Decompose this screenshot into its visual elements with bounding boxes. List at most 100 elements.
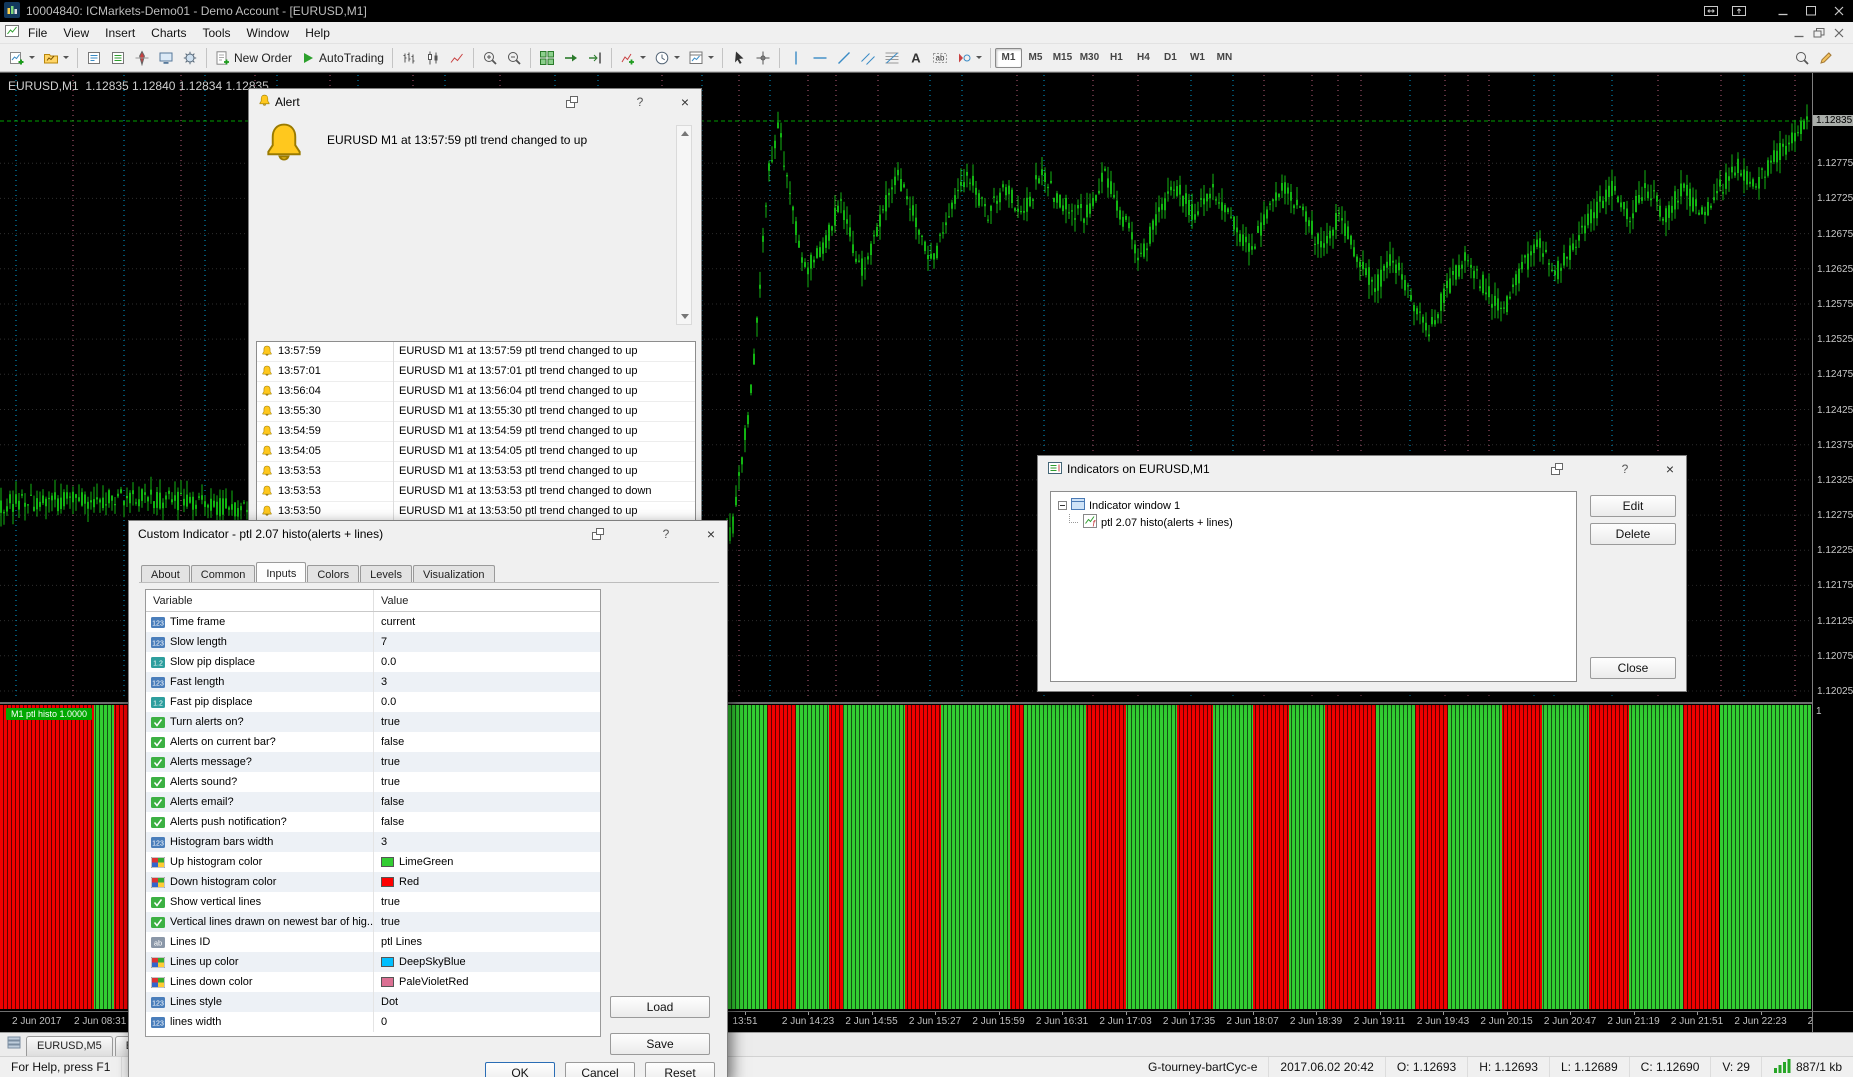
- alert-row[interactable]: 13:53:53EURUSD M1 at 13:53:53 ptl trend …: [257, 482, 695, 502]
- crosshair-button[interactable]: [751, 46, 775, 69]
- close-dialog-button[interactable]: Close: [1590, 657, 1676, 679]
- tree-collapse-toggle[interactable]: [1058, 501, 1067, 510]
- alert-scrollbar[interactable]: [676, 125, 692, 325]
- close-button[interactable]: ×: [1660, 460, 1680, 478]
- alert-dialog-titlebar[interactable]: Alert ? ×: [249, 89, 701, 115]
- input-value[interactable]: false: [374, 796, 404, 808]
- dock-left-right-icon[interactable]: [1697, 0, 1725, 22]
- tab-about[interactable]: About: [141, 565, 190, 583]
- timeframe-m1-button[interactable]: M1: [995, 48, 1022, 68]
- input-value[interactable]: 3: [374, 676, 387, 688]
- ok-button[interactable]: OK: [485, 1062, 555, 1077]
- input-value[interactable]: ptl Lines: [374, 936, 422, 948]
- timeframe-mn-button[interactable]: MN: [1211, 48, 1238, 68]
- input-value[interactable]: true: [374, 756, 400, 768]
- input-value[interactable]: Red: [374, 876, 419, 888]
- templates-button[interactable]: [684, 46, 718, 69]
- auto-scroll-button[interactable]: [559, 46, 583, 69]
- input-value[interactable]: false: [374, 816, 404, 828]
- edit-button[interactable]: Edit: [1590, 495, 1676, 517]
- menu-tools[interactable]: Tools: [195, 23, 239, 43]
- help-button[interactable]: ?: [656, 525, 676, 543]
- detach-window-icon[interactable]: [1547, 460, 1567, 478]
- minimize-icon[interactable]: [1769, 0, 1797, 22]
- equidistant-channel-button[interactable]: [856, 46, 880, 69]
- timeframe-h1-button[interactable]: H1: [1103, 48, 1130, 68]
- tab-colors[interactable]: Colors: [307, 565, 359, 583]
- alert-row[interactable]: 13:53:50EURUSD M1 at 13:53:50 ptl trend …: [257, 502, 695, 522]
- tab-common[interactable]: Common: [191, 565, 256, 583]
- styler-button[interactable]: [1814, 46, 1838, 69]
- input-value[interactable]: true: [374, 776, 400, 788]
- market-watch-button[interactable]: [82, 46, 106, 69]
- zoom-out-button[interactable]: [502, 46, 526, 69]
- zoom-in-button[interactable]: [478, 46, 502, 69]
- input-value[interactable]: 3: [374, 836, 387, 848]
- chart-tab-eurusd-m5[interactable]: EURUSD,M5: [26, 1036, 113, 1056]
- menu-view[interactable]: View: [55, 23, 97, 43]
- inputs-table[interactable]: Variable Value 123Time framecurrent123Sl…: [145, 589, 601, 1037]
- tab-visualization[interactable]: Visualization: [413, 565, 495, 583]
- close-button[interactable]: ×: [701, 525, 721, 543]
- strategy-tester-button[interactable]: [178, 46, 202, 69]
- menu-charts[interactable]: Charts: [143, 23, 194, 43]
- new-chart-button[interactable]: [5, 46, 39, 69]
- trendline-button[interactable]: [832, 46, 856, 69]
- bar-chart-button[interactable]: [397, 46, 421, 69]
- timeframe-m30-button[interactable]: M30: [1076, 48, 1103, 68]
- custom-indicator-titlebar[interactable]: Custom Indicator - ptl 2.07 histo(alerts…: [129, 521, 727, 547]
- dock-up-icon[interactable]: [1725, 0, 1753, 22]
- timeframe-d1-button[interactable]: D1: [1157, 48, 1184, 68]
- input-value[interactable]: LimeGreen: [374, 856, 453, 868]
- navigator-button[interactable]: [130, 46, 154, 69]
- scroll-down-icon[interactable]: [681, 314, 689, 319]
- help-button[interactable]: ?: [1615, 460, 1635, 478]
- timeframe-m15-button[interactable]: M15: [1049, 48, 1076, 68]
- input-value[interactable]: true: [374, 716, 400, 728]
- tree-item-indicator[interactable]: ptl 2.07 histo(alerts + lines): [1101, 517, 1233, 529]
- timeframe-h4-button[interactable]: H4: [1130, 48, 1157, 68]
- delete-button[interactable]: Delete: [1590, 523, 1676, 545]
- periods-button[interactable]: [650, 46, 684, 69]
- new-order-button[interactable]: New Order: [211, 46, 296, 69]
- text-button[interactable]: A: [904, 46, 928, 69]
- minimize-chart-icon[interactable]: [1789, 24, 1809, 42]
- input-value[interactable]: false: [374, 736, 404, 748]
- tile-windows-button[interactable]: [535, 46, 559, 69]
- horizontal-line-button[interactable]: [808, 46, 832, 69]
- input-value[interactable]: Dot: [374, 996, 398, 1008]
- chart-system-icon[interactable]: [4, 23, 20, 42]
- price-scale[interactable]: 1.127751.127251.126751.126251.125751.125…: [1812, 73, 1853, 1032]
- cancel-button[interactable]: Cancel: [565, 1062, 635, 1077]
- chart-shift-button[interactable]: [583, 46, 607, 69]
- autotrading-button[interactable]: AutoTrading: [296, 46, 388, 69]
- menu-window[interactable]: Window: [239, 23, 298, 43]
- menu-file[interactable]: File: [20, 23, 55, 43]
- input-value[interactable]: DeepSkyBlue: [374, 956, 466, 968]
- detach-window-icon[interactable]: [588, 525, 608, 543]
- input-value[interactable]: 0.0: [374, 656, 396, 668]
- menu-insert[interactable]: Insert: [97, 23, 143, 43]
- tab-inputs[interactable]: Inputs: [256, 562, 306, 583]
- chart-list-icon[interactable]: [6, 1034, 22, 1053]
- input-value[interactable]: true: [374, 896, 400, 908]
- input-value[interactable]: current: [374, 616, 415, 628]
- load-button[interactable]: Load: [610, 996, 710, 1018]
- indicators-button[interactable]: [616, 46, 650, 69]
- input-value[interactable]: 0: [374, 1016, 387, 1028]
- input-value[interactable]: 0.0: [374, 696, 396, 708]
- search-button[interactable]: [1790, 46, 1814, 69]
- close-icon[interactable]: [1825, 0, 1853, 22]
- input-value[interactable]: PaleVioletRed: [374, 976, 469, 988]
- tree-row-indicator[interactable]: f ptl 2.07 histo(alerts + lines): [1051, 514, 1576, 531]
- save-button[interactable]: Save: [610, 1033, 710, 1055]
- scroll-up-icon[interactable]: [681, 131, 689, 136]
- text-label-button[interactable]: ab: [928, 46, 952, 69]
- timeframe-m5-button[interactable]: M5: [1022, 48, 1049, 68]
- alert-row[interactable]: 13:54:05EURUSD M1 at 13:54:05 ptl trend …: [257, 442, 695, 462]
- profiles-button[interactable]: [39, 46, 73, 69]
- tab-levels[interactable]: Levels: [360, 565, 412, 583]
- reset-button[interactable]: Reset: [645, 1062, 715, 1077]
- terminal-button[interactable]: [154, 46, 178, 69]
- fibonacci-button[interactable]: [880, 46, 904, 69]
